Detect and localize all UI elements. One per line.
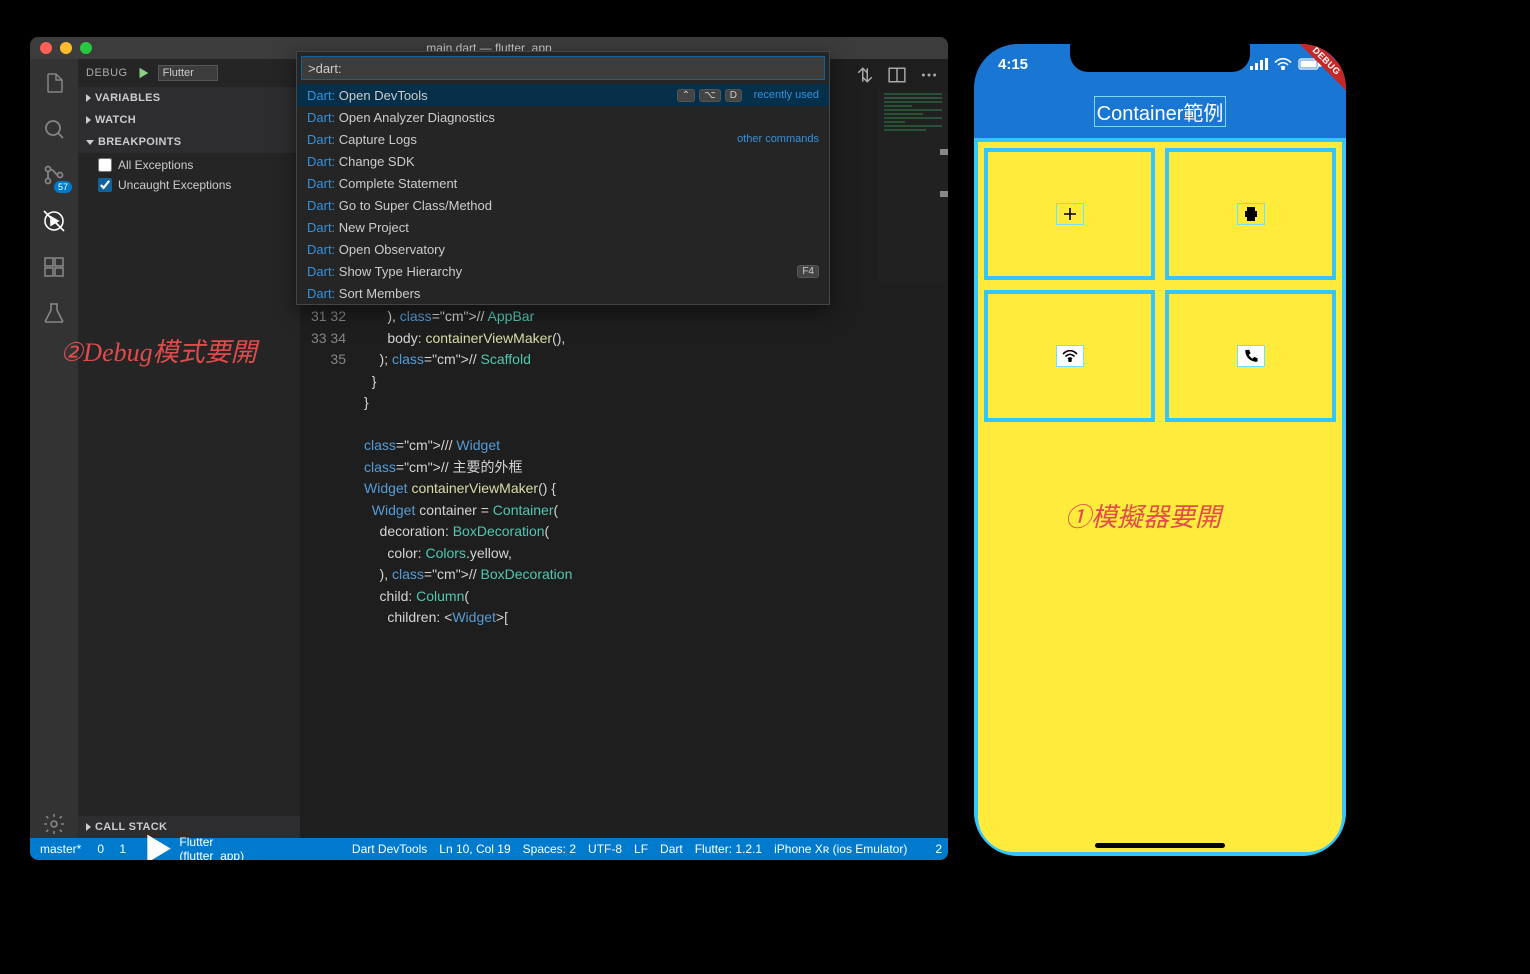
palette-item[interactable]: Dart: Capture Logsother commands <box>297 128 829 150</box>
palette-item[interactable]: Dart: Open DevTools⌃⌥D recently used <box>297 84 829 106</box>
command-palette: Dart: Open DevTools⌃⌥D recently usedDart… <box>296 51 830 305</box>
status-bar: master* 0 1 Flutter (flutter_app) Dart D… <box>30 838 948 860</box>
extensions-icon[interactable] <box>40 253 68 281</box>
palette-item[interactable]: Dart: Open Analyzer Diagnostics <box>297 106 829 128</box>
scm-badge: 57 <box>54 181 72 193</box>
palette-item[interactable]: Dart: New Project <box>297 216 829 238</box>
search-icon[interactable] <box>40 115 68 143</box>
section-breakpoints[interactable]: BREAKPOINTS <box>78 131 300 153</box>
status-launch[interactable]: Flutter (flutter_app) <box>138 830 244 860</box>
card-print <box>1165 148 1336 280</box>
debug-config-select[interactable]: Flutter <box>158 65 218 81</box>
overview-ruler[interactable] <box>936 91 948 838</box>
start-debug-icon[interactable] <box>136 66 150 80</box>
card-add <box>984 148 1155 280</box>
palette-item[interactable]: Dart: Go to Super Class/Method <box>297 194 829 216</box>
beaker-icon[interactable] <box>40 299 68 327</box>
status-spaces[interactable]: Spaces: 2 <box>523 842 576 856</box>
status-flutter[interactable]: Flutter: 1.2.1 <box>695 842 762 856</box>
more-icon[interactable] <box>920 66 938 84</box>
iphone-simulator: DEBUG 4:15 Container範例 <box>960 30 1360 870</box>
signal-icon <box>1250 58 1268 70</box>
status-eol[interactable]: LF <box>634 842 648 856</box>
split-editor-icon[interactable] <box>888 66 906 84</box>
phone-icon <box>1244 349 1258 363</box>
settings-icon[interactable] <box>40 810 68 838</box>
status-bell[interactable]: 2 <box>931 842 942 856</box>
source-control-icon[interactable]: 57 <box>40 161 68 189</box>
status-branch[interactable]: master* <box>36 842 81 856</box>
status-lang[interactable]: Dart <box>660 842 683 856</box>
wifi-icon <box>1274 58 1292 70</box>
vscode-window: main.dart — flutter_app 57 DEBUG Flutter… <box>30 37 948 860</box>
palette-input[interactable] <box>301 56 825 80</box>
phone-screen[interactable]: DEBUG 4:15 Container範例 <box>974 44 1346 856</box>
status-devtools[interactable]: Dart DevTools <box>352 842 427 856</box>
compare-icon[interactable] <box>856 66 874 84</box>
card-wifi <box>984 290 1155 422</box>
palette-item[interactable]: Dart: Open Observatory <box>297 238 829 260</box>
editor: Dart: Open DevTools⌃⌥D recently usedDart… <box>300 59 948 838</box>
checkbox[interactable] <box>98 178 112 192</box>
appbar-title: Container範例 <box>1094 96 1227 127</box>
sidebar-title: DEBUG <box>86 67 128 79</box>
status-problems[interactable]: 0 1 <box>93 842 126 856</box>
status-cursor[interactable]: Ln 10, Col 19 <box>439 842 510 856</box>
debug-icon[interactable] <box>40 207 68 235</box>
palette-item[interactable]: Dart: Change SDK <box>297 150 829 172</box>
ios-time: 4:15 <box>998 56 1028 73</box>
debug-sidebar: DEBUG Flutter VARIABLES WATCH BREAKPOINT… <box>78 59 300 838</box>
sidebar-header: DEBUG Flutter <box>78 59 300 87</box>
activity-bar: 57 <box>30 59 78 838</box>
status-device[interactable]: iPhone Xʀ (ios Emulator) <box>774 842 907 856</box>
checkbox[interactable] <box>98 158 112 172</box>
notch <box>1070 44 1250 72</box>
breakpoint-uncaught-exceptions[interactable]: Uncaught Exceptions <box>98 175 300 195</box>
status-encoding[interactable]: UTF-8 <box>588 842 622 856</box>
section-variables[interactable]: VARIABLES <box>78 87 300 109</box>
flutter-body <box>974 138 1346 856</box>
palette-item[interactable]: Dart: Complete Statement <box>297 172 829 194</box>
card-phone <box>1165 290 1336 422</box>
wifi-icon <box>1062 350 1078 362</box>
home-indicator[interactable] <box>1095 843 1225 848</box>
palette-item[interactable]: Dart: Show Type HierarchyF4 <box>297 260 829 282</box>
explorer-icon[interactable] <box>40 69 68 97</box>
flutter-appbar: Container範例 <box>974 84 1346 138</box>
palette-item[interactable]: Dart: Sort Members <box>297 282 829 304</box>
breakpoint-all-exceptions[interactable]: All Exceptions <box>98 155 300 175</box>
printer-icon <box>1243 206 1259 222</box>
plus-icon <box>1062 206 1078 222</box>
section-watch[interactable]: WATCH <box>78 109 300 131</box>
